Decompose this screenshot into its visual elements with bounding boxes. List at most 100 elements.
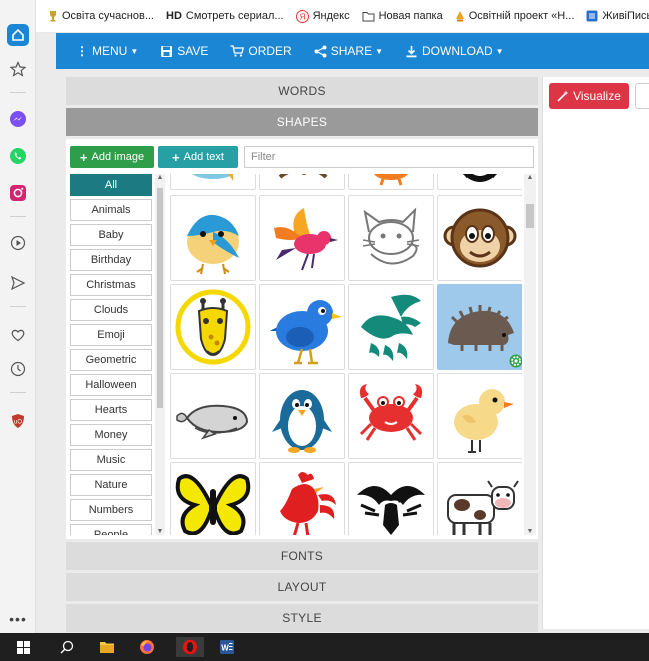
category-emoji[interactable]: Emoji [70, 324, 152, 346]
cat-icon [362, 207, 420, 265]
monkey-icon [443, 208, 517, 268]
word-icon[interactable]: W [216, 637, 238, 657]
scroll-up-icon[interactable]: ▲ [155, 174, 165, 181]
scroll-down-icon[interactable]: ▼ [524, 528, 536, 535]
settings-gear-icon[interactable] [509, 354, 522, 368]
fonts-section-header[interactable]: FONTS [66, 542, 538, 570]
bookmark-label: ЖивіПисьме [602, 10, 649, 22]
category-money[interactable]: Money [70, 424, 152, 446]
shapes-section-header[interactable]: SHAPES [66, 108, 538, 136]
ublock-shield-icon[interactable]: uO [7, 410, 29, 432]
giraffe-icon [175, 289, 251, 365]
bookmark-item[interactable]: HD Смотреть сериал... [166, 10, 284, 22]
bookmark-label: Новая папка [378, 10, 443, 22]
shape-penguin[interactable] [259, 373, 345, 459]
plus-icon: + [79, 149, 88, 165]
shape-cow[interactable] [437, 462, 522, 535]
category-geometric[interactable]: Geometric [70, 349, 152, 371]
search-icon[interactable] [56, 637, 78, 657]
clock-icon[interactable] [7, 358, 29, 380]
shape-thumbnail[interactable] [259, 174, 345, 190]
shape-grid-scrollbar[interactable]: ▲ ▼ [524, 174, 536, 535]
shape-blue-bird[interactable] [259, 284, 345, 370]
shape-butterfly[interactable] [170, 462, 256, 535]
category-baby[interactable]: Baby [70, 224, 152, 246]
scroll-up-icon[interactable]: ▲ [524, 174, 536, 181]
menu-button[interactable]: ⋮ MENU ▼ [76, 44, 138, 58]
save-button[interactable]: SAVE [160, 44, 208, 58]
file-explorer-icon[interactable] [96, 637, 118, 657]
scroll-down-icon[interactable]: ▼ [155, 528, 165, 535]
category-halloween[interactable]: Halloween [70, 374, 152, 396]
send-icon[interactable] [7, 272, 29, 294]
taskbar: W [0, 633, 649, 661]
bookmark-item[interactable]: Освіта сучаснов... [48, 10, 154, 22]
category-birthday[interactable]: Birthday [70, 249, 152, 271]
shape-dove[interactable] [348, 284, 434, 370]
shape-monkey[interactable] [437, 195, 522, 281]
home-icon[interactable] [7, 24, 29, 46]
download-button[interactable]: DOWNLOAD ▼ [405, 44, 504, 58]
top-navbar: ⋮ MENU ▼ SAVE ORDER SHARE ▼ DOWNLOAD ▼ [56, 33, 649, 69]
shape-whale[interactable] [170, 373, 256, 459]
layout-section-header[interactable]: LAYOUT [66, 573, 538, 601]
shape-bird[interactable] [170, 195, 256, 281]
shape-chick[interactable] [437, 373, 522, 459]
shape-crab[interactable] [348, 373, 434, 459]
bookmark-item[interactable]: Я Яндекс [295, 9, 350, 23]
share-label: SHARE [330, 44, 373, 58]
share-button[interactable]: SHARE ▼ [314, 44, 383, 58]
crab-icon [359, 384, 423, 441]
shape-flying-bird[interactable] [259, 195, 345, 281]
filter-input[interactable] [244, 146, 534, 168]
shape-eagle[interactable] [348, 462, 434, 535]
visualize-button[interactable]: Visualize [549, 83, 629, 109]
category-hearts[interactable]: Hearts [70, 399, 152, 421]
category-clouds[interactable]: Clouds [70, 299, 152, 321]
words-section-header[interactable]: WORDS [66, 77, 538, 105]
category-christmas[interactable]: Christmas [70, 274, 152, 296]
opera-icon[interactable] [176, 637, 204, 657]
category-numbers[interactable]: Numbers [70, 499, 152, 521]
add-image-button[interactable]: + Add image [70, 146, 154, 168]
windows-start-icon[interactable] [12, 637, 34, 657]
shape-giraffe[interactable] [170, 284, 256, 370]
bookmark-item[interactable]: Новая папка [362, 10, 443, 22]
whatsapp-icon[interactable] [7, 145, 29, 167]
caret-down-icon: ▼ [495, 46, 504, 56]
svg-text:uO: uO [14, 420, 22, 426]
shape-cat[interactable] [348, 195, 434, 281]
style-section-header[interactable]: STYLE [66, 604, 538, 632]
bookmark-item[interactable]: Освітній проект «Н... [455, 10, 574, 22]
bookmark-label: Смотреть сериал... [185, 10, 284, 22]
category-animals[interactable]: Animals [70, 199, 152, 221]
flying-bird-icon [274, 208, 338, 271]
shape-thumbnail[interactable] [348, 174, 434, 190]
bookmark-item[interactable]: ЖивіПисьме [586, 10, 649, 22]
play-circle-icon[interactable] [7, 232, 29, 254]
category-scrollbar[interactable]: ▲ ▼ [155, 174, 165, 535]
messenger-icon[interactable] [7, 108, 29, 130]
dove-icon [361, 294, 421, 361]
heart-icon[interactable] [7, 324, 29, 346]
add-text-button[interactable]: + Add text [158, 146, 238, 168]
shape-thumbnail[interactable] [170, 174, 256, 190]
category-all[interactable]: All [70, 174, 152, 196]
svg-text:Я: Я [299, 12, 305, 21]
category-nature[interactable]: Nature [70, 474, 152, 496]
trophy-icon [48, 10, 58, 22]
shape-thumbnail[interactable] [437, 174, 522, 190]
scrollbar-thumb[interactable] [157, 188, 163, 408]
more-icon[interactable]: ••• [7, 608, 29, 630]
order-button[interactable]: ORDER [230, 44, 292, 58]
instagram-icon[interactable] [7, 182, 29, 204]
undo-button[interactable] [635, 83, 649, 109]
bookmark-label: Яндекс [312, 10, 350, 22]
firefox-icon[interactable] [136, 637, 158, 657]
scrollbar-thumb[interactable] [526, 204, 534, 228]
shape-rooster[interactable] [259, 462, 345, 535]
plus-icon: + [172, 149, 180, 165]
category-people[interactable]: People [70, 524, 152, 535]
star-icon[interactable] [7, 58, 29, 80]
category-music[interactable]: Music [70, 449, 152, 471]
